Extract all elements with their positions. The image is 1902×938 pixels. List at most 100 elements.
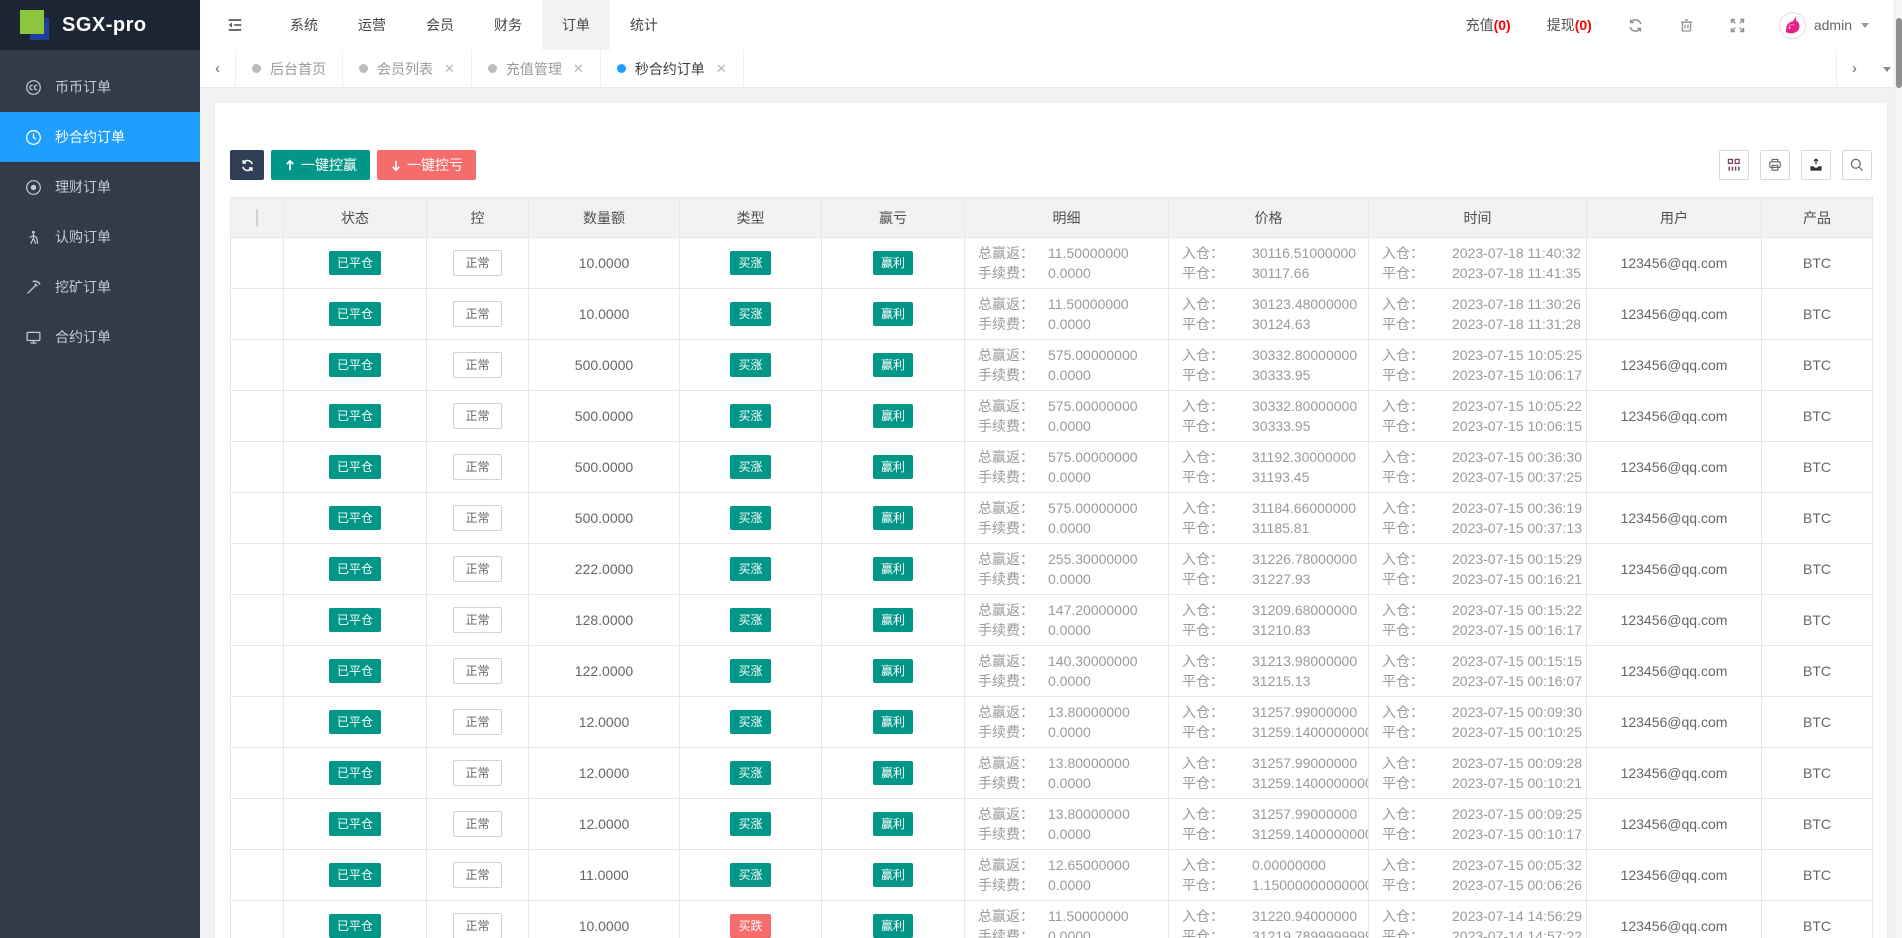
type-badge: 买涨 bbox=[730, 251, 770, 275]
price-cell: 入仓：31226.78000000 平仓：31227.93 bbox=[1169, 544, 1369, 595]
tabs-next-button[interactable]: › bbox=[1836, 50, 1872, 87]
tab-label: 秒合约订单 bbox=[635, 59, 705, 79]
recharge-link[interactable]: 充值(0) bbox=[1448, 0, 1529, 50]
nav-item-stat[interactable]: 统计 bbox=[610, 0, 678, 50]
sidebar-item-mining-orders[interactable]: 挖矿订单 bbox=[0, 262, 200, 312]
tab-dot-icon bbox=[617, 64, 626, 73]
row-select-cell bbox=[231, 340, 284, 391]
price-cell: 入仓：30116.51000000 平仓：30117.66 bbox=[1169, 238, 1369, 289]
product-cell: BTC bbox=[1762, 289, 1873, 340]
price-cell: 入仓：30332.80000000 平仓：30333.95 bbox=[1169, 391, 1369, 442]
sidebar-item-label: 理财订单 bbox=[55, 177, 111, 197]
search-button[interactable] bbox=[1842, 150, 1872, 180]
time-cell: 入仓：2023-07-15 00:15:29 平仓：2023-07-15 00:… bbox=[1369, 544, 1587, 595]
control-badge: 正常 bbox=[453, 250, 501, 276]
product-cell: BTC bbox=[1762, 493, 1873, 544]
export-button[interactable] bbox=[1801, 150, 1831, 180]
time-cell: 入仓：2023-07-18 11:40:32 平仓：2023-07-18 11:… bbox=[1369, 238, 1587, 289]
status-badge: 已平仓 bbox=[329, 353, 381, 377]
force-lose-all-button[interactable]: 一键控亏 bbox=[377, 150, 476, 180]
table-row: 已平仓 正常 500.0000 买涨 赢利 总赢返：575.00000000 手… bbox=[231, 493, 1873, 544]
detail-cell: 总赢返：13.80000000 手续费：0.0000 bbox=[965, 799, 1169, 850]
control-badge: 正常 bbox=[453, 301, 501, 327]
row-select-cell bbox=[231, 748, 284, 799]
sidebar-item-subscribe-orders[interactable]: 认购订单 bbox=[0, 212, 200, 262]
recharge-count: (0) bbox=[1494, 17, 1511, 33]
fullscreen-icon bbox=[1729, 17, 1746, 34]
sidebar-item-coin-orders[interactable]: 币币订单 bbox=[0, 62, 200, 112]
product-cell: BTC bbox=[1762, 799, 1873, 850]
product-cell: BTC bbox=[1762, 697, 1873, 748]
quantity-cell: 500.0000 bbox=[529, 442, 680, 493]
winloss-badge: 赢利 bbox=[873, 659, 913, 683]
tab-recharge-manage[interactable]: 充值管理 ✕ bbox=[472, 50, 601, 87]
control-badge: 正常 bbox=[453, 352, 501, 378]
refresh-icon bbox=[1627, 17, 1644, 34]
sidebar-item-label: 币币订单 bbox=[55, 77, 111, 97]
tab-close-icon[interactable]: ✕ bbox=[716, 61, 727, 77]
control-badge: 正常 bbox=[453, 607, 501, 633]
nav-item-operate[interactable]: 运营 bbox=[338, 0, 406, 50]
winloss-badge: 赢利 bbox=[873, 557, 913, 581]
detail-cell: 总赢返：13.80000000 手续费：0.0000 bbox=[965, 697, 1169, 748]
row-select-cell bbox=[231, 646, 284, 697]
user-cell: 123456@qq.com bbox=[1587, 442, 1762, 493]
tab-member-list[interactable]: 会员列表 ✕ bbox=[343, 50, 472, 87]
nav-item-finance[interactable]: 财务 bbox=[474, 0, 542, 50]
quantity-cell: 500.0000 bbox=[529, 340, 680, 391]
status-badge: 已平仓 bbox=[329, 863, 381, 887]
columns-icon bbox=[1726, 157, 1742, 173]
type-badge: 买跌 bbox=[730, 914, 770, 938]
app-logo: SGX-pro bbox=[0, 0, 200, 50]
price-cell: 入仓：30123.48000000 平仓：30124.63 bbox=[1169, 289, 1369, 340]
row-select-cell bbox=[231, 238, 284, 289]
nav-item-order[interactable]: 订单 bbox=[542, 0, 610, 50]
tab-close-icon[interactable]: ✕ bbox=[573, 61, 584, 77]
user-menu[interactable]: admin bbox=[1763, 0, 1880, 50]
price-cell: 入仓：31213.98000000 平仓：31215.13 bbox=[1169, 646, 1369, 697]
tab-dashboard[interactable]: 后台首页 bbox=[236, 50, 343, 87]
status-badge: 已平仓 bbox=[329, 914, 381, 938]
tab-close-icon[interactable]: ✕ bbox=[444, 61, 455, 77]
table-row: 已平仓 正常 10.0000 买涨 赢利 总赢返：11.50000000 手续费… bbox=[231, 289, 1873, 340]
sidebar-item-second-contract-orders[interactable]: 秒合约订单 bbox=[0, 112, 200, 162]
refresh-button[interactable] bbox=[1610, 0, 1661, 50]
reload-table-button[interactable] bbox=[230, 150, 264, 180]
cc-icon bbox=[24, 79, 42, 96]
user-cell: 123456@qq.com bbox=[1587, 391, 1762, 442]
tab-label: 后台首页 bbox=[270, 59, 326, 79]
sidebar-item-wealth-orders[interactable]: 理财订单 bbox=[0, 162, 200, 212]
filter-columns-button[interactable] bbox=[1719, 150, 1749, 180]
control-badge: 正常 bbox=[453, 454, 501, 480]
user-cell: 123456@qq.com bbox=[1587, 238, 1762, 289]
quantity-cell: 500.0000 bbox=[529, 391, 680, 442]
control-badge: 正常 bbox=[453, 811, 501, 837]
monitor-icon bbox=[24, 329, 42, 346]
quantity-cell: 10.0000 bbox=[529, 238, 680, 289]
row-select-cell bbox=[231, 901, 284, 938]
nav-item-system[interactable]: 系统 bbox=[270, 0, 338, 50]
scrollbar-thumb[interactable] bbox=[1896, 18, 1902, 88]
type-badge: 买涨 bbox=[730, 455, 770, 479]
type-badge: 买涨 bbox=[730, 506, 770, 530]
table-row: 已平仓 正常 12.0000 买涨 赢利 总赢返：13.80000000 手续费… bbox=[231, 697, 1873, 748]
column-header: 数量额 bbox=[529, 198, 680, 238]
clear-cache-button[interactable] bbox=[1661, 0, 1712, 50]
collapse-sidebar-button[interactable] bbox=[200, 0, 270, 50]
fullscreen-button[interactable] bbox=[1712, 0, 1763, 50]
tab-second-contract-orders[interactable]: 秒合约订单 ✕ bbox=[601, 50, 744, 87]
detail-cell: 总赢返：12.65000000 手续费：0.0000 bbox=[965, 850, 1169, 901]
nav-item-member[interactable]: 会员 bbox=[406, 0, 474, 50]
print-button[interactable] bbox=[1760, 150, 1790, 180]
time-cell: 入仓：2023-07-14 14:56:29 平仓：2023-07-14 14:… bbox=[1369, 901, 1587, 938]
type-badge: 买涨 bbox=[730, 710, 770, 734]
quantity-cell: 500.0000 bbox=[529, 493, 680, 544]
tabs-prev-button[interactable]: ‹ bbox=[200, 50, 236, 87]
user-cell: 123456@qq.com bbox=[1587, 697, 1762, 748]
control-badge: 正常 bbox=[453, 556, 501, 582]
force-win-all-button[interactable]: 一键控赢 bbox=[271, 150, 370, 180]
select-all-checkbox[interactable] bbox=[256, 209, 258, 227]
sidebar-item-contract-orders[interactable]: 合约订单 bbox=[0, 312, 200, 362]
withdraw-link[interactable]: 提现(0) bbox=[1529, 0, 1610, 50]
navbar-right: 充值(0) 提现(0) bbox=[1448, 0, 1902, 50]
